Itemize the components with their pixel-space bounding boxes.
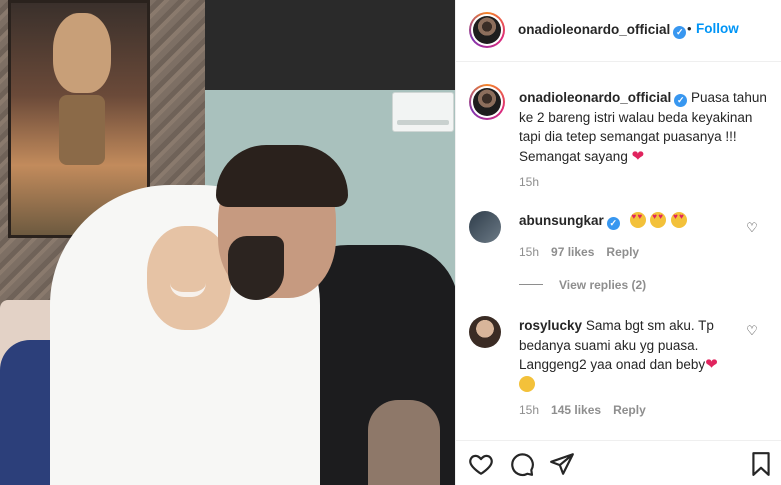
avatar-image xyxy=(473,16,501,44)
separator-dot: • xyxy=(687,21,692,36)
painting-neck xyxy=(59,95,105,165)
comment-time[interactable]: 15h xyxy=(519,245,539,259)
header-username-text[interactable]: onadioleonardo_official xyxy=(518,22,670,37)
verified-badge-icon: ✓ xyxy=(673,26,687,39)
photo-man-beard xyxy=(228,236,284,300)
comment-reply-button[interactable]: Reply xyxy=(613,403,646,417)
verified-badge-icon: ✓ xyxy=(606,217,620,230)
caption-avatar-image xyxy=(473,88,501,116)
post-photo[interactable] xyxy=(0,0,455,485)
comment: rosylucky Sama bgt sm aku. Tp bedanya su… xyxy=(519,316,759,394)
post-header: onadioleonardo_official ✓ • Follow xyxy=(456,0,781,62)
heart-eyes-emoji-icon xyxy=(629,212,646,228)
photo-man-hair xyxy=(216,145,348,207)
view-replies-line xyxy=(519,284,543,285)
comment-likes[interactable]: 97 likes xyxy=(551,245,594,259)
author-avatar[interactable] xyxy=(469,12,505,48)
heart-icon[interactable] xyxy=(468,451,494,477)
photo-air-conditioner xyxy=(392,92,454,132)
heart-eyes-emoji-icon xyxy=(671,212,688,228)
comment-emojis xyxy=(629,212,689,228)
painting-face xyxy=(53,13,111,93)
share-icon[interactable] xyxy=(549,451,575,477)
follow-button[interactable]: Follow xyxy=(696,21,739,36)
verified-badge-icon: ✓ xyxy=(674,94,688,107)
bookmark-icon[interactable] xyxy=(748,451,774,477)
comment-username[interactable]: abunsungkar xyxy=(519,213,604,228)
hugging-face-emoji-icon xyxy=(519,375,535,392)
commenter-avatar[interactable] xyxy=(469,316,501,348)
comment: abunsungkar ✓ xyxy=(519,211,759,231)
action-bar xyxy=(456,440,781,485)
air-conditioner-vent xyxy=(397,120,449,125)
caption-avatar[interactable] xyxy=(469,84,505,120)
comment-icon[interactable] xyxy=(509,451,535,477)
photo-ceiling xyxy=(195,0,455,98)
caption: onadioleonardo_official ✓ Puasa tahun ke … xyxy=(519,88,769,166)
view-replies-label[interactable]: View replies (2) xyxy=(559,278,646,292)
post-side-panel: onadioleonardo_official ✓ • Follow onadio… xyxy=(455,0,781,485)
comment-username[interactable]: rosylucky xyxy=(519,318,582,333)
caption-time[interactable]: 15h xyxy=(519,175,539,189)
comment-like-heart-icon[interactable]: ♡ xyxy=(745,221,759,235)
comment-time[interactable]: 15h xyxy=(519,403,539,417)
view-replies-button[interactable]: View replies (2) xyxy=(519,278,646,292)
red-heart-emoji: ❤ xyxy=(705,356,718,373)
caption-username[interactable]: onadioleonardo_official xyxy=(519,90,671,105)
commenter-avatar[interactable] xyxy=(469,211,501,243)
header-username[interactable]: onadioleonardo_official ✓ xyxy=(518,22,687,39)
caption-time-text[interactable]: 15h xyxy=(519,175,539,189)
comment-likes[interactable]: 145 likes xyxy=(551,403,601,417)
comment-like-heart-icon[interactable]: ♡ xyxy=(745,324,759,338)
photo-man-arm xyxy=(368,400,440,485)
heart-eyes-emoji-icon xyxy=(650,212,667,228)
comment-meta: 15h 97 likes Reply xyxy=(519,245,639,259)
comment-meta: 15h 145 likes Reply xyxy=(519,403,646,417)
red-heart-emoji: ❤ xyxy=(631,147,645,165)
comment-reply-button[interactable]: Reply xyxy=(606,245,639,259)
